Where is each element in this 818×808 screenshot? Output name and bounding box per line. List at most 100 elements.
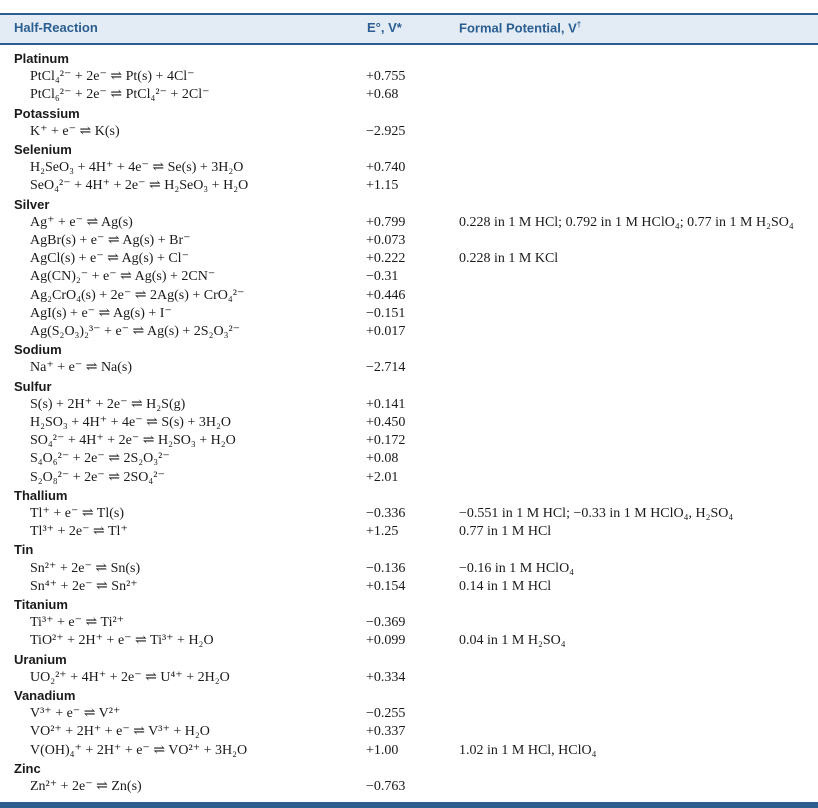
half-reaction-cell: Ag(S₂O₃)₂³⁻ + e⁻ ⇌ Ag(s) + 2S₂O₃²⁻: [30, 324, 241, 339]
standard-potential-cell: +0.446: [366, 287, 406, 303]
half-reaction-cell: AgCl(s) + e⁻ ⇌ Ag(s) + Cl⁻: [30, 251, 189, 267]
half-reaction-cell: Ti³⁺ + e⁻ ⇌ Ti²⁺: [30, 615, 125, 631]
half-reaction-cell: S(s) + 2H⁺ + 2e⁻ ⇌ H₂S(g): [30, 396, 186, 412]
standard-potential-cell: +0.337: [366, 724, 406, 740]
element-name: Selenium: [14, 142, 72, 157]
table-row: PtCl₄²⁻ + 2e⁻ ⇌ Pt(s) + 4Cl⁻ +0.755: [0, 68, 818, 85]
table-row: Tl⁺ + e⁻ ⇌ Tl(s) −0.336 −0.551 in 1 M HCl;…: [0, 505, 818, 522]
table-row: PtCl₆²⁻ + 2e⁻ ⇌ PtCl₄²⁻ + 2Cl⁻ +0.68: [0, 86, 818, 103]
element-name: Titanium: [14, 597, 68, 612]
header-half-reaction: Half-Reaction: [14, 20, 98, 35]
standard-potential-cell: +0.740: [366, 160, 406, 176]
standard-potential-cell: +0.334: [366, 669, 406, 685]
table-row: S₂O₈²⁻ + 2e⁻ ⇌ 2SO₄²⁻ +2.01: [0, 469, 818, 486]
standard-potential-cell: −0.255: [366, 706, 406, 722]
standard-potential-cell: −0.763: [366, 779, 406, 794]
element-heading-row: Sodium: [0, 341, 818, 358]
element-name: Uranium: [14, 651, 67, 667]
table-row: Ag⁺ + e⁻ ⇌ Ag(s) +0.799 0.228 in 1 M HCl; …: [0, 214, 818, 231]
standard-potential-cell: +0.799: [366, 214, 406, 230]
half-reaction-cell: V³⁺ + e⁻ ⇌ V²⁺: [30, 706, 121, 722]
table-row: SeO₄²⁻ + 4H⁺ + 2e⁻ ⇌ H₂SeO₃ + H₂O +1.15: [0, 177, 818, 194]
half-reaction-cell: Ag(CN)₂⁻ + e⁻ ⇌ Ag(s) + 2CN⁻: [30, 269, 216, 285]
table-row: AgBr(s) + e⁻ ⇌ Ag(s) + Br⁻ +0.073: [0, 232, 818, 249]
table-row: SO₄²⁻ + 4H⁺ + 2e⁻ ⇌ H₂SO₃ + H₂O +0.172: [0, 432, 818, 449]
element-heading-row: Uranium: [0, 651, 818, 668]
half-reaction-cell: Ag⁺ + e⁻ ⇌ Ag(s): [30, 214, 133, 230]
element-name: Thallium: [14, 487, 68, 503]
formal-potential-cell: 1.02 in 1 M HCl, HClO₄: [459, 742, 597, 758]
element-heading-row: Selenium: [0, 141, 818, 158]
standard-potential-cell: +0.073: [366, 233, 406, 248]
header-formal-potential: Formal Potential, V†: [459, 20, 582, 36]
half-reaction-cell: S₂O₈²⁻ + 2e⁻ ⇌ 2SO₄²⁻: [30, 469, 165, 485]
standard-potential-cell: +0.017: [366, 324, 406, 339]
standard-potential-cell: +0.172: [366, 433, 406, 449]
standard-potential-cell: −0.136: [366, 560, 406, 576]
table-row: Sn⁴⁺ + 2e⁻ ⇌ Sn²⁺ +0.154 0.14 in 1 M HCl: [0, 578, 818, 595]
element-heading-row: Potassium: [0, 105, 818, 122]
table-row: V(OH)₄⁺ + 2H⁺ + e⁻ ⇌ VO²⁺ + 3H₂O +1.00 1.0…: [0, 742, 818, 759]
standard-potential-cell: +2.01: [366, 469, 399, 485]
half-reaction-cell: Sn⁴⁺ + 2e⁻ ⇌ Sn²⁺: [30, 578, 138, 594]
half-reaction-cell: PtCl₄²⁻ + 2e⁻ ⇌ Pt(s) + 4Cl⁻: [30, 69, 195, 85]
half-reaction-cell: V(OH)₄⁺ + 2H⁺ + e⁻ ⇌ VO²⁺ + 3H₂O: [30, 742, 248, 758]
table-row: VO²⁺ + 2H⁺ + e⁻ ⇌ V³⁺ + H₂O +0.337: [0, 723, 818, 740]
standard-potential-cell: −0.31: [366, 269, 399, 285]
table-row: V³⁺ + e⁻ ⇌ V²⁺ −0.255: [0, 705, 818, 722]
standard-potential-cell: +0.141: [366, 396, 406, 412]
standard-potential-cell: +1.00: [366, 742, 399, 758]
standard-potential-cell: +0.450: [366, 415, 406, 430]
element-heading-row: Sulfur: [0, 378, 818, 395]
half-reaction-cell: TiO²⁺ + 2H⁺ + e⁻ ⇌ Ti³⁺ + H₂O: [30, 633, 214, 649]
table-bottom-rule: [0, 802, 818, 808]
standard-potential-cell: −0.336: [366, 506, 406, 521]
standard-potential-cell: +0.222: [366, 251, 406, 267]
half-reaction-cell: H₂SeO₃ + 4H⁺ + 4e⁻ ⇌ Se(s) + 3H₂O: [30, 160, 244, 176]
formal-potential-cell: −0.551 in 1 M HCl; −0.33 in 1 M HClO₄, H…: [459, 506, 734, 521]
formal-potential-cell: 0.228 in 1 M HCl; 0.792 in 1 M HClO₄; 0.…: [459, 214, 794, 230]
element-heading-row: Platinum: [0, 50, 818, 67]
standard-potential-cell: +0.68: [366, 87, 399, 103]
half-reaction-cell: PtCl₆²⁻ + 2e⁻ ⇌ PtCl₄²⁻ + 2Cl⁻: [30, 87, 210, 103]
table-row: H₂SO₃ + 4H⁺ + 4e⁻ ⇌ S(s) + 3H₂O +0.450: [0, 414, 818, 431]
half-reaction-cell: AgI(s) + e⁻ ⇌ Ag(s) + I⁻: [30, 305, 172, 321]
table-row: K⁺ + e⁻ ⇌ K(s) −2.925: [0, 123, 818, 140]
table-row: S(s) + 2H⁺ + 2e⁻ ⇌ H₂S(g) +0.141: [0, 396, 818, 413]
standard-potential-cell: +0.755: [366, 69, 406, 85]
half-reaction-cell: VO²⁺ + 2H⁺ + e⁻ ⇌ V³⁺ + H₂O: [30, 724, 210, 740]
element-name: Sodium: [14, 342, 62, 358]
element-heading-row: Tin: [0, 541, 818, 558]
half-reaction-cell: AgBr(s) + e⁻ ⇌ Ag(s) + Br⁻: [30, 233, 191, 248]
standard-potential-cell: +0.099: [366, 633, 406, 649]
standard-potential-cell: +1.25: [366, 524, 399, 540]
standard-potential-cell: −0.369: [366, 615, 406, 631]
half-reaction-cell: Ag₂CrO₄(s) + 2e⁻ ⇌ 2Ag(s) + CrO₄²⁻: [30, 287, 245, 303]
element-name: Silver: [14, 196, 50, 212]
half-reaction-cell: Tl³⁺ + 2e⁻ ⇌ Tl⁺: [30, 524, 128, 540]
element-name: Zinc: [14, 760, 41, 776]
table-row: AgCl(s) + e⁻ ⇌ Ag(s) + Cl⁻ +0.222 0.228 in…: [0, 250, 818, 267]
half-reaction-cell: K⁺ + e⁻ ⇌ K(s): [30, 123, 120, 139]
half-reaction-cell: Zn²⁺ + 2e⁻ ⇌ Zn(s): [30, 779, 142, 794]
standard-potential-cell: +1.15: [366, 178, 399, 194]
table-row: Tl³⁺ + 2e⁻ ⇌ Tl⁺ +1.25 0.77 in 1 M HCl: [0, 523, 818, 540]
half-reaction-cell: SeO₄²⁻ + 4H⁺ + 2e⁻ ⇌ H₂SeO₃ + H₂O: [30, 178, 249, 194]
table-row: Zn²⁺ + 2e⁻ ⇌ Zn(s) −0.763: [0, 778, 818, 795]
standard-potential-cell: −2.925: [366, 123, 406, 139]
half-reaction-cell: Sn²⁺ + 2e⁻ ⇌ Sn(s): [30, 560, 141, 576]
element-name: Tin: [14, 542, 34, 558]
half-reaction-cell: Tl⁺ + e⁻ ⇌ Tl(s): [30, 506, 125, 521]
element-heading-row: Vanadium: [0, 687, 818, 704]
half-reaction-cell: UO₂²⁺ + 4H⁺ + 2e⁻ ⇌ U⁴⁺ + 2H₂O: [30, 669, 230, 685]
table-row: Na⁺ + e⁻ ⇌ Na(s) −2.714: [0, 359, 818, 376]
formal-potential-cell: 0.04 in 1 M H₂SO₄: [459, 633, 566, 649]
element-heading-row: Thallium: [0, 487, 818, 504]
element-name: Potassium: [14, 105, 80, 121]
formal-potential-cell: 0.14 in 1 M HCl: [459, 578, 552, 594]
table-row: Ag(S₂O₃)₂³⁻ + e⁻ ⇌ Ag(s) + 2S₂O₃²⁻ +0.017: [0, 323, 818, 340]
formal-potential-cell: 0.228 in 1 M KCl: [459, 251, 559, 267]
table-row: Ti³⁺ + e⁻ ⇌ Ti²⁺ −0.369: [0, 614, 818, 631]
table-row: H₂SeO₃ + 4H⁺ + 4e⁻ ⇌ Se(s) + 3H₂O +0.740: [0, 159, 818, 176]
standard-potential-cell: −2.714: [366, 360, 406, 376]
